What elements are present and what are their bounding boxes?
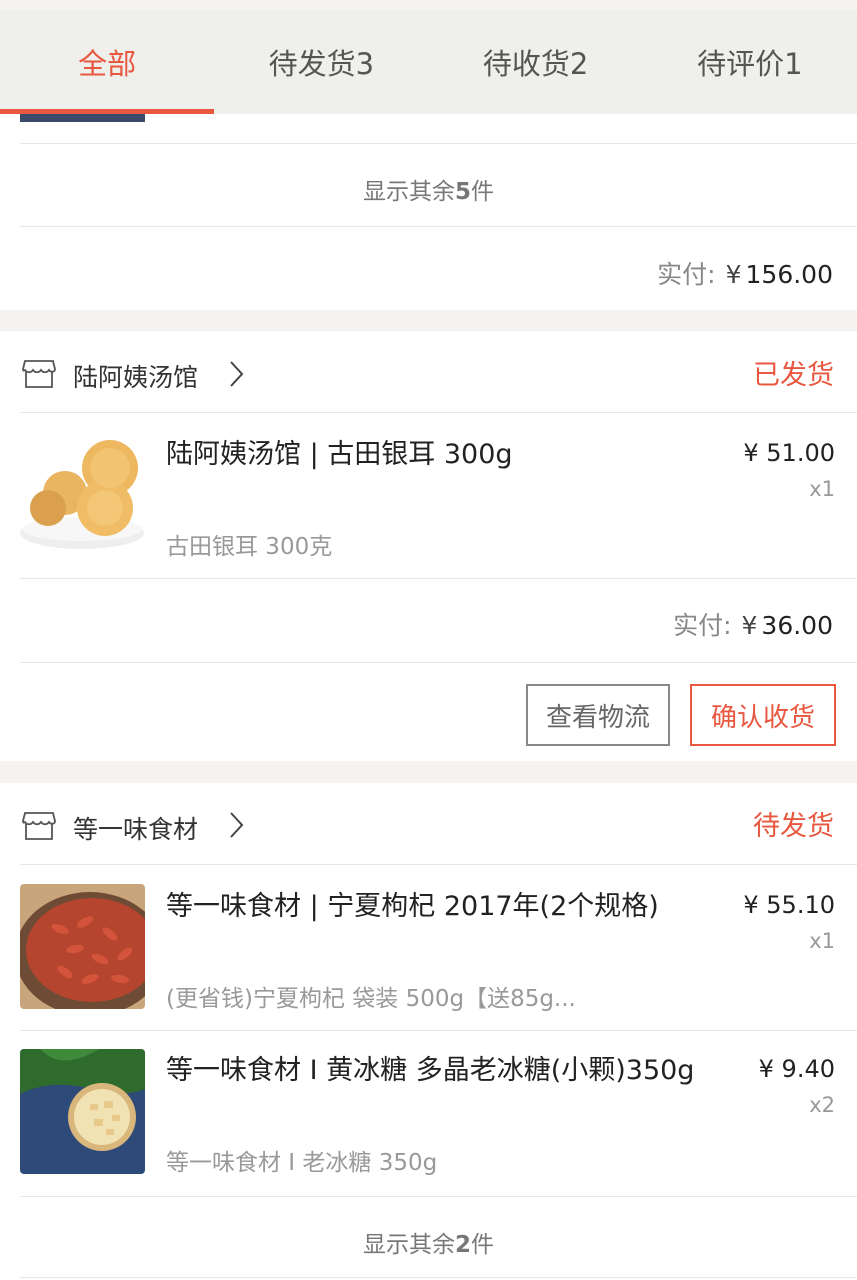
product-quantity: x2 bbox=[809, 1093, 835, 1117]
tab-label: 待评价1 bbox=[697, 47, 803, 81]
product-image-tremella bbox=[20, 433, 145, 558]
order-status: 已发货 bbox=[753, 360, 834, 391]
divider bbox=[20, 226, 857, 227]
product-spec: (更省钱)宁夏枸杞 袋装 500g【送85g... bbox=[166, 986, 576, 1012]
show-more-items-button[interactable]: 显示其余2件 bbox=[0, 1225, 857, 1259]
product-title: 陆阿姨汤馆 | 古田银耳 300g bbox=[166, 439, 513, 470]
order-item[interactable]: 等一味食材 I 黄冰糖 多晶老冰糖(小颗)350g 等一味食材 I 老冰糖 35… bbox=[0, 1031, 857, 1196]
paid-label: 实付: bbox=[673, 611, 732, 640]
divider bbox=[20, 1277, 857, 1278]
product-spec: 等一味食材 I 老冰糖 350g bbox=[166, 1150, 438, 1176]
tab-all[interactable]: 全部 bbox=[0, 10, 215, 114]
show-more-suffix: 件 bbox=[471, 179, 494, 205]
currency-symbol: ¥ bbox=[725, 260, 742, 289]
tab-label: 待收货2 bbox=[482, 47, 589, 81]
tab-label: 全部 bbox=[78, 47, 137, 81]
paid-value: 36.00 bbox=[761, 611, 833, 640]
chevron-right-icon bbox=[230, 361, 244, 387]
active-tab-indicator bbox=[0, 109, 215, 114]
chevron-right-icon bbox=[230, 812, 244, 838]
product-title: 等一味食材 I 黄冰糖 多晶老冰糖(小颗)350g bbox=[166, 1055, 695, 1086]
divider bbox=[20, 578, 857, 579]
shop-header[interactable]: 陆阿姨汤馆 已发货 bbox=[0, 331, 857, 411]
order-item[interactable]: 等一味食材 | 宁夏枸杞 2017年(2个规格) (更省钱)宁夏枸杞 袋装 50… bbox=[0, 865, 857, 1030]
product-quantity: x1 bbox=[809, 929, 835, 953]
order-item[interactable]: 陆阿姨汤馆 | 古田银耳 300g 古田银耳 300克 ¥ 51.00 x1 bbox=[0, 413, 857, 578]
currency-symbol: ¥ bbox=[741, 611, 758, 640]
product-price: ¥ 9.40 bbox=[758, 1055, 835, 1083]
paid-amount: 实付: ¥36.00 bbox=[673, 606, 833, 642]
show-more-count: 5 bbox=[454, 179, 471, 205]
product-price: ¥ 51.00 bbox=[743, 439, 835, 467]
top-strip bbox=[0, 0, 857, 10]
shop-name: 陆阿姨汤馆 bbox=[73, 363, 199, 392]
order-card-shop2: 等一味食材 待发货 等一味食材 | 宁夏枸杞 2017年(2个规格) (更省钱)… bbox=[0, 783, 857, 1280]
store-icon bbox=[22, 360, 56, 388]
shop-header[interactable]: 等一味食材 待发货 bbox=[0, 783, 857, 863]
divider bbox=[20, 143, 857, 144]
order-card-shop1: 陆阿姨汤馆 已发货 陆阿姨汤馆 | 古田银耳 300g 古田银耳 300克 ¥ … bbox=[0, 331, 857, 761]
show-more-prefix: 显示其余 bbox=[362, 1232, 455, 1258]
paid-label: 实付: bbox=[657, 260, 716, 289]
product-image-rock-sugar bbox=[20, 1049, 145, 1174]
paid-amount: 实付: ¥156.00 bbox=[657, 255, 833, 291]
show-more-items-button[interactable]: 显示其余5件 bbox=[0, 172, 857, 206]
order-tab-bar: 全部 待发货3 待收货2 待评价1 bbox=[0, 10, 857, 114]
product-image-goji bbox=[20, 884, 145, 1009]
shop-name: 等一味食材 bbox=[73, 815, 199, 844]
confirm-receipt-button[interactable]: 确认收货 bbox=[690, 684, 836, 746]
show-more-prefix: 显示其余 bbox=[362, 179, 455, 205]
product-price: ¥ 55.10 bbox=[743, 891, 835, 919]
show-more-count: 2 bbox=[454, 1232, 471, 1258]
tab-label: 待发货3 bbox=[268, 47, 375, 81]
store-icon bbox=[22, 812, 56, 840]
tab-to-ship[interactable]: 待发货3 bbox=[214, 10, 428, 114]
paid-value: 156.00 bbox=[745, 260, 833, 289]
view-logistics-button[interactable]: 查看物流 bbox=[526, 684, 670, 746]
partial-product-image bbox=[20, 114, 145, 122]
order-status: 待发货 bbox=[753, 811, 834, 842]
divider bbox=[20, 662, 857, 663]
product-quantity: x1 bbox=[809, 477, 835, 501]
product-title: 等一味食材 | 宁夏枸杞 2017年(2个规格) bbox=[166, 891, 659, 922]
divider bbox=[20, 1196, 857, 1197]
tab-to-receive[interactable]: 待收货2 bbox=[429, 10, 643, 114]
product-spec: 古田银耳 300克 bbox=[166, 534, 333, 560]
tab-to-review[interactable]: 待评价1 bbox=[643, 10, 857, 114]
show-more-suffix: 件 bbox=[471, 1232, 494, 1258]
